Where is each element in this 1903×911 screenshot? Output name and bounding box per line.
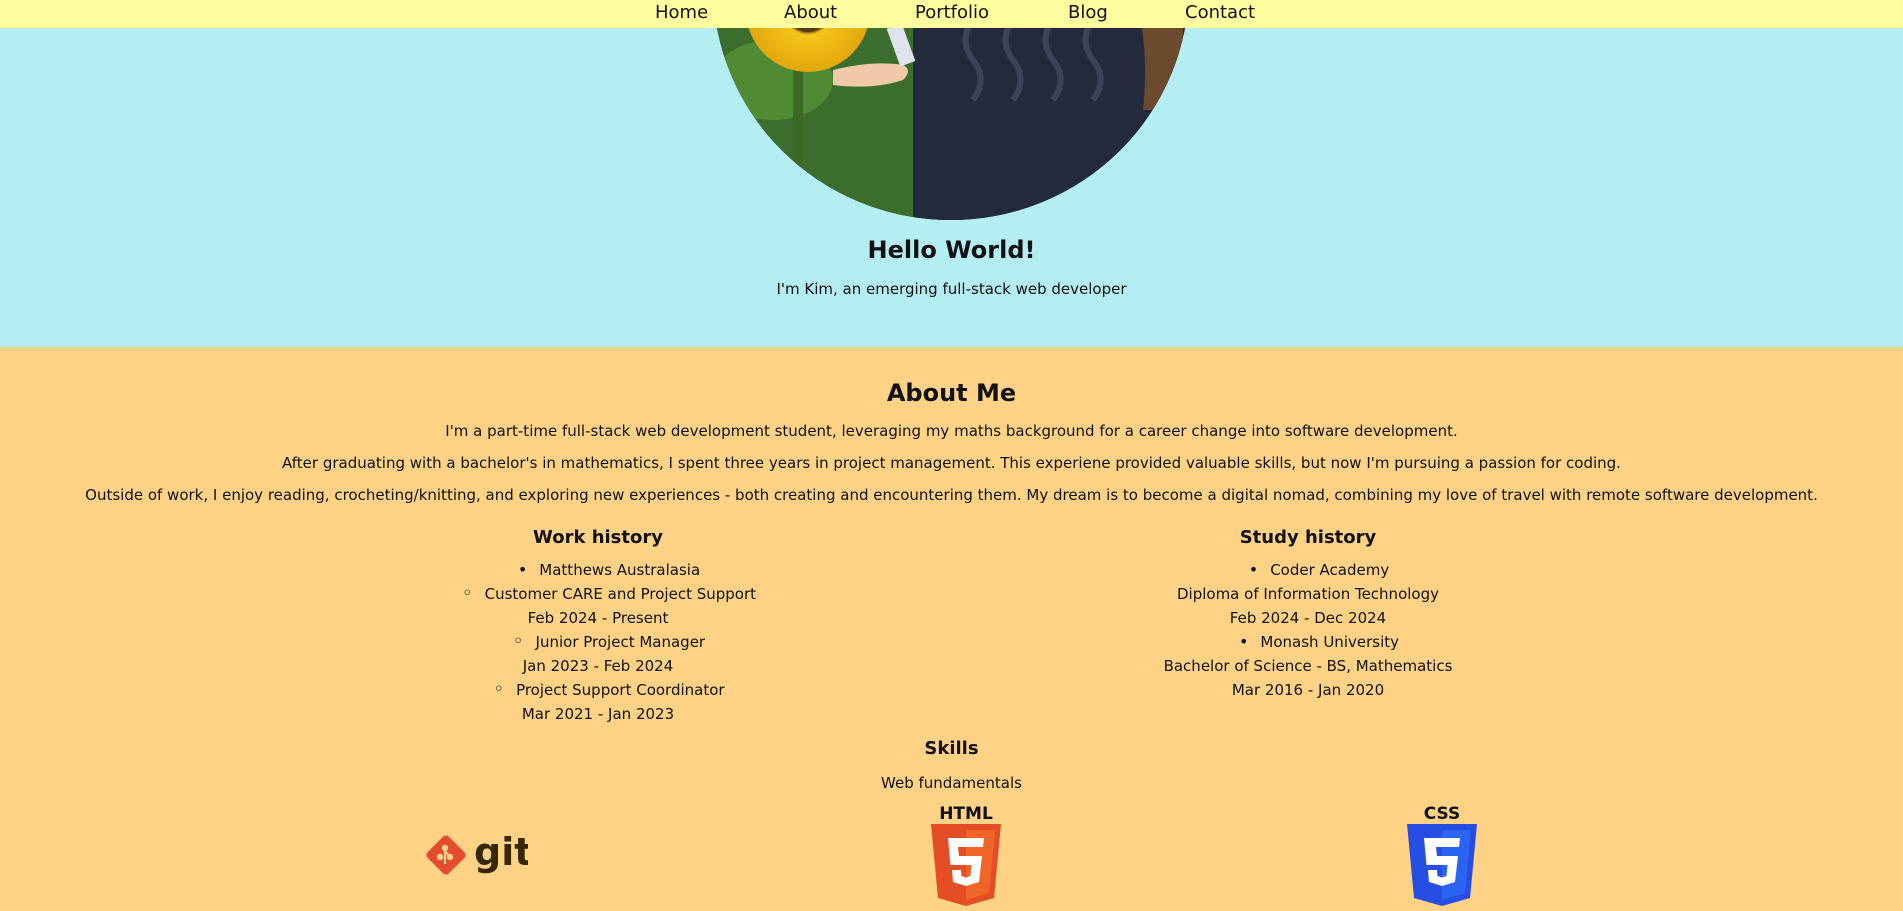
circle-bullet-icon bbox=[462, 585, 485, 603]
css-logo-text: CSS bbox=[1424, 804, 1461, 824]
nav-item-blog[interactable]: Blog bbox=[1068, 2, 1108, 23]
git-logo-text: git bbox=[474, 831, 528, 874]
work-role-title: Customer CARE and Project Support bbox=[484, 585, 757, 603]
work-history-title: Work history bbox=[533, 527, 663, 548]
hero-section: Hello World! I'm Kim, an emerging full-s… bbox=[0, 0, 1903, 347]
study-degree: Bachelor of Science - BS, Mathematics bbox=[1163, 657, 1453, 675]
git-logo-icon: git bbox=[424, 830, 532, 883]
work-role-title: Project Support Coordinator bbox=[516, 681, 725, 699]
about-title: About Me bbox=[886, 379, 1017, 407]
hero-title: Hello World! bbox=[867, 236, 1036, 264]
work-history: Work history Matthews Australasia Custom… bbox=[278, 527, 918, 726]
study-school: Coder Academy bbox=[988, 558, 1628, 582]
circle-bullet-icon bbox=[513, 633, 536, 651]
work-role-dates: Feb 2024 - Present bbox=[527, 609, 669, 627]
work-role: Junior Project Manager bbox=[278, 630, 918, 654]
hero-subtitle: I'm Kim, an emerging full-stack web deve… bbox=[776, 280, 1127, 298]
about-paragraph: I'm a part-time full-stack web developme… bbox=[445, 422, 1458, 440]
work-company: Matthews Australasia bbox=[278, 558, 918, 582]
study-school-label: Coder Academy bbox=[1270, 561, 1390, 579]
study-school: Monash University bbox=[988, 630, 1628, 654]
nav-item-contact[interactable]: Contact bbox=[1185, 2, 1255, 23]
profile-photo-image bbox=[713, 0, 1189, 220]
study-dates: Mar 2016 - Jan 2020 bbox=[1231, 681, 1385, 699]
html5-logo-icon: HTML bbox=[928, 802, 1004, 910]
css3-logo-icon: CSS bbox=[1404, 802, 1480, 910]
html-logo-text: HTML bbox=[939, 804, 993, 824]
nav-item-about[interactable]: About bbox=[784, 2, 837, 23]
work-role-title: Junior Project Manager bbox=[535, 633, 706, 651]
study-school-label: Monash University bbox=[1260, 633, 1399, 651]
profile-photo bbox=[713, 0, 1189, 220]
work-role: Customer CARE and Project Support bbox=[278, 582, 918, 606]
work-role-dates: Mar 2021 - Jan 2023 bbox=[521, 705, 675, 723]
about-section: About Me I'm a part-time full-stack web … bbox=[0, 347, 1903, 911]
circle-bullet-icon bbox=[493, 681, 516, 699]
skills-title: Skills bbox=[924, 738, 979, 759]
top-nav: Home About Portfolio Blog Contact bbox=[0, 0, 1903, 28]
about-paragraph: After graduating with a bachelor's in ma… bbox=[282, 454, 1621, 472]
bullet-icon bbox=[1239, 633, 1260, 651]
work-role: Project Support Coordinator bbox=[278, 678, 918, 702]
nav-item-portfolio[interactable]: Portfolio bbox=[915, 2, 989, 23]
skills-subtitle: Web fundamentals bbox=[881, 774, 1022, 792]
bullet-icon bbox=[1249, 561, 1270, 579]
bullet-icon bbox=[518, 561, 539, 579]
study-history: Study history Coder Academy Diploma of I… bbox=[988, 527, 1628, 702]
work-role-dates: Jan 2023 - Feb 2024 bbox=[522, 657, 674, 675]
nav-item-home[interactable]: Home bbox=[655, 2, 708, 23]
work-company-label: Matthews Australasia bbox=[539, 561, 701, 579]
study-history-title: Study history bbox=[1239, 527, 1377, 548]
study-dates: Feb 2024 - Dec 2024 bbox=[1229, 609, 1387, 627]
study-degree: Diploma of Information Technology bbox=[1176, 585, 1439, 603]
about-paragraph: Outside of work, I enjoy reading, croche… bbox=[85, 486, 1818, 504]
